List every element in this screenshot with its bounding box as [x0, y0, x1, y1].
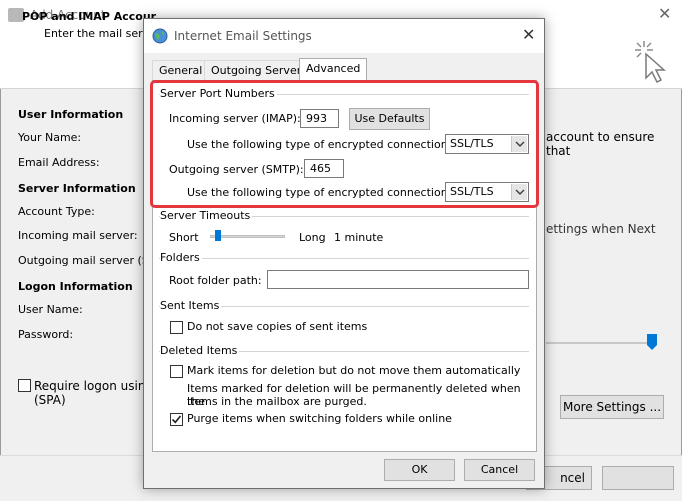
header-title: POP and IMAP Accour [22, 10, 157, 23]
chevron-down-icon [511, 184, 527, 200]
timeout-slider-track [210, 235, 285, 238]
root-folder-label: Root folder path: [169, 274, 262, 287]
mail-slider-thumb[interactable] [647, 334, 657, 350]
cancel-button[interactable]: Cancel [464, 459, 535, 481]
mail-slider-track [546, 342, 654, 344]
deleted-items-heading: Deleted Items [160, 344, 240, 357]
close-icon[interactable]: ✕ [658, 4, 671, 23]
purge-items-label: Purge items when switching folders while… [187, 412, 452, 425]
chevron-down-icon [511, 136, 527, 152]
server-information-heading: Server Information [18, 182, 136, 195]
sent-items-heading: Sent Items [160, 299, 222, 312]
incoming-mail-server-label: Incoming mail server: [18, 229, 138, 242]
globe-icon [152, 28, 168, 44]
incoming-server-label: Incoming server (IMAP): [169, 112, 301, 125]
tab-advanced[interactable]: Advanced [299, 58, 368, 81]
incoming-encryption-value: SSL/TLS [450, 137, 494, 150]
dialog-title: Internet Email Settings [174, 29, 312, 43]
user-information-heading: User Information [18, 108, 124, 121]
folders-heading: Folders [160, 251, 202, 264]
server-timeouts-heading: Server Timeouts [160, 209, 253, 222]
ok-button[interactable]: OK [384, 459, 455, 481]
your-name-label: Your Name: [18, 131, 82, 144]
tab-outgoing-server[interactable]: Outgoing Server [204, 60, 309, 80]
tab-general[interactable]: General [152, 60, 210, 80]
email-address-label: Email Address: [18, 156, 100, 169]
spa-label: Require logon using [34, 379, 154, 393]
incoming-port-input[interactable]: 993 [300, 109, 339, 128]
user-name-label: User Name: [18, 303, 83, 316]
purge-items-checkbox[interactable] [170, 413, 183, 426]
incoming-encryption-label: Use the following type of encrypted conn… [187, 138, 452, 151]
outgoing-mail-server-label: Outgoing mail server (SM [18, 254, 159, 267]
click-cursor-icon [635, 41, 666, 84]
timeout-slider-thumb[interactable] [215, 230, 221, 241]
do-not-save-label: Do not save copies of sent items [187, 320, 368, 333]
internet-email-settings-dialog: Internet Email Settings ✕ General Outgoi… [143, 18, 545, 489]
timeout-value: 1 minute [334, 231, 384, 244]
use-defaults-button[interactable]: Use Defaults [349, 108, 430, 130]
timeout-short-label: Short [169, 231, 199, 244]
spa-label-suffix: (SPA) [34, 393, 66, 407]
outgoing-server-label: Outgoing server (SMTP): [169, 163, 304, 176]
checkmark-icon [171, 415, 182, 424]
password-label: Password: [18, 328, 74, 341]
do-not-save-checkbox[interactable] [170, 321, 183, 334]
outgoing-encryption-value: SSL/TLS [450, 185, 494, 198]
root-folder-input[interactable] [267, 270, 529, 289]
outgoing-encryption-label: Use the following type of encrypted conn… [187, 186, 452, 199]
close-icon[interactable]: ✕ [522, 25, 535, 44]
server-port-numbers-heading: Server Port Numbers [160, 87, 277, 100]
instruction-text: account to ensure that [546, 130, 655, 158]
group-divider [159, 258, 529, 259]
timeout-long-label: Long [299, 231, 326, 244]
more-settings-button[interactable]: More Settings ... [560, 395, 664, 419]
mark-for-deletion-checkbox[interactable] [170, 365, 183, 378]
spa-checkbox[interactable] [18, 379, 31, 392]
mark-for-deletion-label: Mark items for deletion but do not move … [187, 364, 521, 377]
deletion-note-line2: items in the mailbox are purged. [187, 395, 367, 408]
outgoing-port-input[interactable]: 465 [304, 159, 344, 178]
advanced-tab-panel: Server Port Numbers Incoming server (IMA… [152, 80, 537, 452]
settings-note-text: ettings when Next [546, 222, 656, 236]
bg-footer-button[interactable] [602, 466, 674, 490]
incoming-encryption-select[interactable]: SSL/TLS [445, 134, 529, 154]
outgoing-encryption-select[interactable]: SSL/TLS [445, 182, 529, 202]
account-type-label: Account Type: [18, 205, 95, 218]
logon-information-heading: Logon Information [18, 280, 133, 293]
